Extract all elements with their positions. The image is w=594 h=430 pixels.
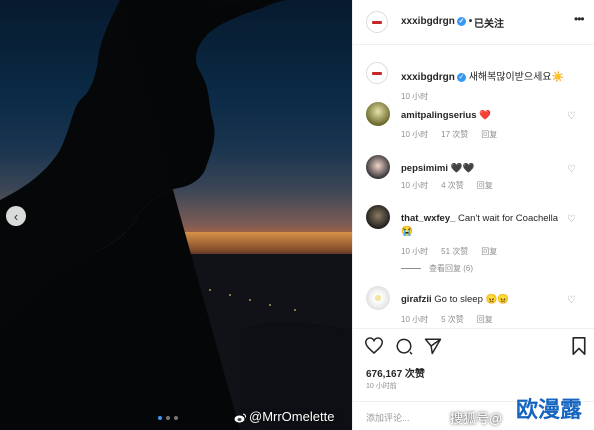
sohu-watermark: 搜狐号@: [450, 411, 503, 426]
heart-icon[interactable]: ♡: [567, 111, 576, 122]
carousel-dot: [166, 416, 170, 420]
comment-time: 10 小时: [401, 181, 429, 190]
weibo-watermark: @MrrOmelette: [234, 409, 334, 424]
comment-username[interactable]: girafzii: [401, 294, 432, 305]
comment-likes[interactable]: 51 次赞: [441, 247, 468, 256]
comment-time: 10 小时: [401, 315, 429, 324]
weibo-handle: @MrrOmelette: [249, 409, 335, 424]
heart-icon[interactable]: ♡: [567, 164, 576, 175]
bookmark-icon[interactable]: [572, 337, 586, 355]
reply-button[interactable]: 回复: [477, 315, 493, 324]
avatar[interactable]: [366, 205, 390, 229]
caption-body: 새해복많이받으세요☀️: [468, 72, 564, 83]
post-time: 10 小时前: [366, 383, 397, 390]
avatar[interactable]: [366, 286, 390, 310]
post-sidebar: xxxibgdrgn ✓ • 已关注 ••• xxxibgdrgn ✓ 새해복많이받…: [352, 0, 594, 430]
comment-likes[interactable]: 17 次赞: [441, 130, 468, 139]
follow-button[interactable]: 已关注: [474, 15, 504, 30]
comment-icon[interactable]: [395, 337, 413, 355]
comment-meta: 10 小时 17 次赞 回复: [401, 129, 510, 140]
separator-dot: •: [468, 16, 473, 27]
avatar[interactable]: [366, 155, 390, 179]
comment-likes[interactable]: 5 次赞: [441, 315, 464, 324]
reply-button[interactable]: 回复: [477, 181, 493, 190]
username-text[interactable]: xxxibgdrgn: [401, 16, 455, 27]
view-replies-label[interactable]: 查看回复 (6): [429, 264, 473, 273]
caption-username[interactable]: xxxibgdrgn: [401, 72, 455, 83]
comment-time: 10 小时: [401, 247, 429, 256]
avatar[interactable]: [366, 11, 388, 33]
heart-icon[interactable]: ♡: [567, 295, 576, 306]
chevron-left-icon[interactable]: ‹: [6, 206, 26, 226]
carousel-dots: [158, 416, 178, 420]
heart-icon[interactable]: [365, 337, 383, 354]
brand-watermark: 欧漫露: [516, 397, 583, 422]
comment-time: 10 小时: [401, 130, 429, 139]
caption-text: xxxibgdrgn ✓ 새해복많이받으세요☀️: [401, 68, 564, 83]
avatar[interactable]: [366, 102, 390, 126]
carousel-dot: [158, 416, 162, 420]
verified-badge-icon: ✓: [456, 16, 466, 26]
comment-likes[interactable]: 4 次赞: [441, 181, 464, 190]
comment-text: amitpalingserius ❤️: [401, 109, 561, 122]
reply-button[interactable]: 回复: [481, 130, 497, 139]
view-replies-button[interactable]: 查看回复 (6): [401, 263, 473, 274]
comment-body: Go to sleep 😠😠: [434, 294, 510, 305]
more-options-icon[interactable]: •••: [574, 12, 585, 26]
silhouette-illustration: [0, 0, 352, 430]
comment-meta: 10 小时 5 次赞 回复: [401, 314, 506, 325]
caption-time: 10 小时: [401, 92, 429, 101]
verified-badge-icon: ✓: [456, 72, 466, 82]
share-icon[interactable]: [424, 337, 442, 355]
comment-meta: 10 小时 4 次赞 回复: [401, 180, 506, 191]
post-header: xxxibgdrgn ✓ • 已关注 •••: [353, 0, 594, 45]
comment-username[interactable]: pepsimimi: [401, 163, 448, 174]
comment-body: 🖤🖤: [450, 163, 475, 174]
comment-username[interactable]: amitpalingserius: [401, 110, 477, 121]
add-comment-input[interactable]: 添加评论...: [366, 411, 410, 424]
comment-username[interactable]: that_wxfey_: [401, 213, 455, 224]
heart-icon[interactable]: ♡: [567, 214, 576, 225]
comment-body: ❤️: [479, 110, 491, 121]
comment-text: pepsimimi 🖤🖤: [401, 162, 561, 175]
comment-text: that_wxfey_ Can't wait for Coachella 😭: [401, 212, 561, 238]
comment-text: girafzii Go to sleep 😠😠: [401, 293, 561, 306]
comment-meta: 10 小时 51 次赞 回复: [401, 246, 510, 257]
post-photo[interactable]: ‹: [0, 0, 352, 430]
likes-count[interactable]: 676,167 次赞: [366, 365, 425, 380]
reply-button[interactable]: 回复: [481, 247, 497, 256]
avatar[interactable]: [366, 62, 388, 84]
header-username[interactable]: xxxibgdrgn ✓ •: [401, 16, 472, 27]
carousel-dot: [174, 416, 178, 420]
weibo-logo-icon: [234, 413, 247, 423]
